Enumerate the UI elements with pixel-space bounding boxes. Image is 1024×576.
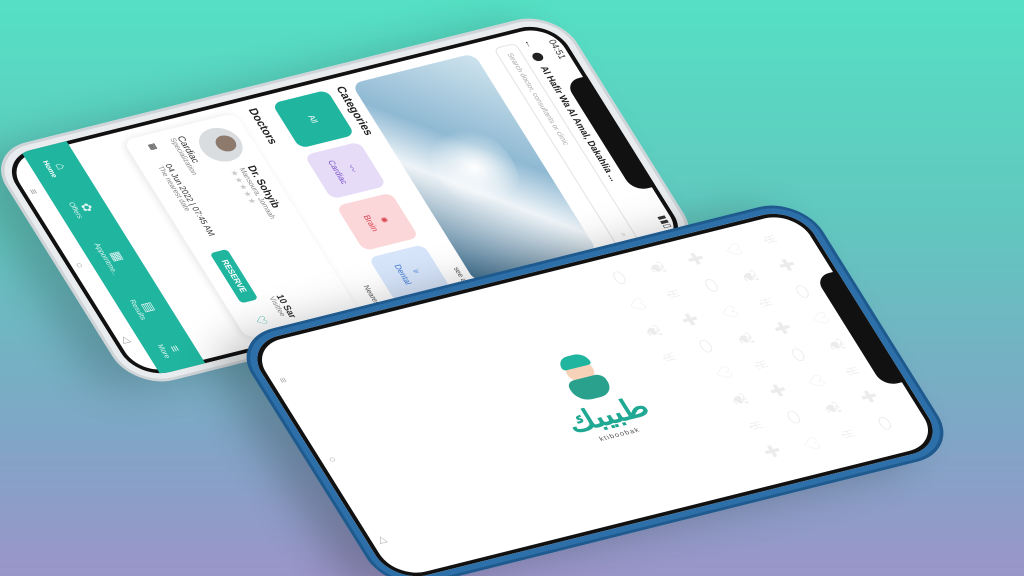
pattern-pill-icon: ⬭ <box>788 282 818 301</box>
menu-icon: ≡ <box>166 343 185 354</box>
pattern-heart-icon: ♡ <box>718 240 748 260</box>
pattern-heart-icon: ♡ <box>805 309 835 328</box>
pattern-tooth-icon: ♅ <box>741 417 770 434</box>
nav-home[interactable]: ⌂ Home <box>41 156 73 178</box>
heartbeat-icon: 〰 <box>345 164 359 174</box>
pattern-heart-icon: ♡ <box>796 434 826 454</box>
system-home-icon[interactable]: ○ <box>72 261 86 269</box>
home-icon: ⌂ <box>52 161 71 172</box>
pattern-pill-icon: ⬭ <box>605 268 634 287</box>
pattern-cross-icon: ✚ <box>763 381 792 400</box>
pattern-pill-icon: ⬭ <box>784 345 813 364</box>
pattern-cross-icon: ✚ <box>680 249 710 268</box>
pattern-leaf-icon: ❦ <box>817 399 847 418</box>
pattern-pill-icon: ⬭ <box>779 407 809 427</box>
pattern-pill-icon: ⬭ <box>697 276 726 295</box>
brain-icon: ✺ <box>377 215 391 224</box>
search-icon[interactable]: ⌕ <box>617 232 627 237</box>
pattern-pill-icon: ⬭ <box>870 414 900 433</box>
category-all-label: All <box>306 114 321 124</box>
pattern-cross-icon: ✚ <box>854 387 883 406</box>
pattern-cross-icon: ✚ <box>675 310 704 329</box>
pattern-heart-icon: ♡ <box>708 363 738 383</box>
nav-more[interactable]: ≡ More <box>156 340 186 359</box>
pattern-heart-icon: ♡ <box>621 295 651 315</box>
pattern-tooth-icon: ♅ <box>838 362 867 380</box>
pattern-leaf-icon: ❦ <box>643 259 672 278</box>
nav-offers[interactable]: ✿ Offers <box>67 198 98 219</box>
pattern-pill-icon: ⬭ <box>691 337 721 356</box>
pattern-cross-icon: ✚ <box>757 442 786 461</box>
category-dental-label: Dental <box>392 263 414 286</box>
category-brain-label: Brain <box>361 214 381 233</box>
pattern-tooth-icon: ♅ <box>655 348 684 366</box>
location-pin-icon: ⬤ <box>530 51 547 63</box>
status-time: 04:51 <box>546 38 569 61</box>
system-back-icon[interactable]: ◁ <box>375 535 390 544</box>
calendar-icon: ▦ <box>146 142 160 152</box>
category-cardiac-label: Cardiac <box>325 159 350 186</box>
pattern-tooth-icon: ♅ <box>752 294 780 311</box>
pattern-heart-icon: ♡ <box>713 302 743 322</box>
pattern-leaf-icon: ❦ <box>735 267 765 286</box>
system-home-icon[interactable]: ○ <box>325 456 339 464</box>
system-back-icon[interactable]: ◁ <box>118 335 133 344</box>
recent-apps-icon[interactable]: ≡ <box>276 376 290 384</box>
pattern-tooth-icon: ♅ <box>659 285 688 303</box>
pattern-tooth-icon: ♅ <box>756 231 784 248</box>
pattern-leaf-icon: ❦ <box>725 390 754 409</box>
pattern-leaf-icon: ❦ <box>822 336 851 355</box>
pattern-heart-icon: ♡ <box>800 372 830 391</box>
nav-results[interactable]: ▤ Results <box>128 295 162 321</box>
back-arrow-icon[interactable]: ← <box>522 39 537 49</box>
recent-apps-icon[interactable]: ≡ <box>26 188 40 196</box>
pattern-leaf-icon: ❦ <box>730 330 760 349</box>
nav-appointments[interactable]: ▦ Appointme.. <box>93 239 134 275</box>
tooth-icon: ♅ <box>409 267 423 275</box>
favorite-heart-icon[interactable]: ♡ <box>252 314 272 327</box>
offers-icon: ✿ <box>77 201 98 214</box>
pattern-tooth-icon: ♅ <box>834 425 862 443</box>
pattern-tooth-icon: ♅ <box>747 356 776 374</box>
pattern-cross-icon: ✚ <box>771 256 801 274</box>
pattern-leaf-icon: ❦ <box>639 322 668 341</box>
pattern-cross-icon: ✚ <box>767 319 797 338</box>
